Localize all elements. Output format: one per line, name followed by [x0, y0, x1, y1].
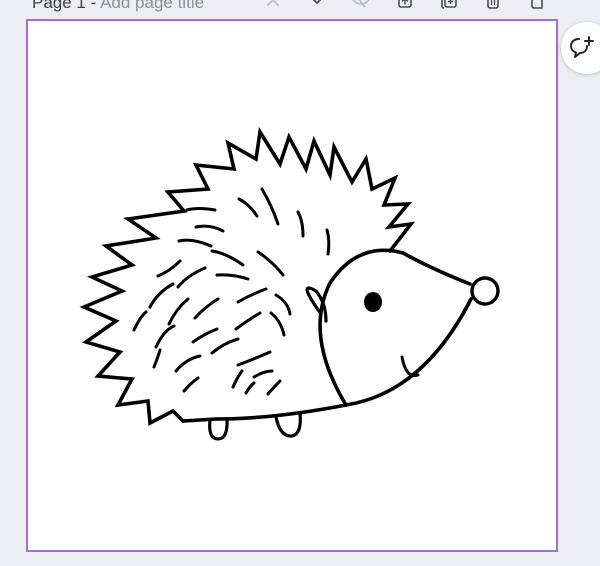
add-page-icon	[531, 0, 543, 9]
chevron-down-icon	[312, 0, 322, 4]
chevron-up-icon	[267, 0, 279, 6]
hide-icon	[352, 0, 370, 8]
page-header: Page 1 - Add page title	[0, 0, 600, 14]
hedgehog-illustration[interactable]	[28, 21, 556, 550]
delete-icon	[487, 0, 499, 9]
add-comment-button[interactable]	[561, 22, 600, 74]
design-canvas[interactable]	[26, 19, 558, 552]
move-page-up-button[interactable]	[262, 0, 284, 12]
page-header-label: Page 1 - Add page title	[32, 0, 204, 13]
duplicate-page-icon	[441, 0, 457, 9]
duplicate-page-button[interactable]	[438, 0, 460, 12]
hedgehog-eye	[364, 292, 382, 312]
export-icon	[398, 0, 412, 8]
delete-page-button[interactable]	[482, 0, 504, 12]
move-page-down-button[interactable]	[306, 0, 328, 12]
hide-page-button[interactable]	[350, 0, 372, 12]
page-title-input[interactable]: Add page title	[100, 0, 204, 12]
add-comment-icon	[570, 36, 594, 58]
page-number-label: Page 1 -	[32, 0, 101, 12]
export-page-button[interactable]	[394, 0, 416, 12]
add-page-button[interactable]	[526, 0, 548, 12]
